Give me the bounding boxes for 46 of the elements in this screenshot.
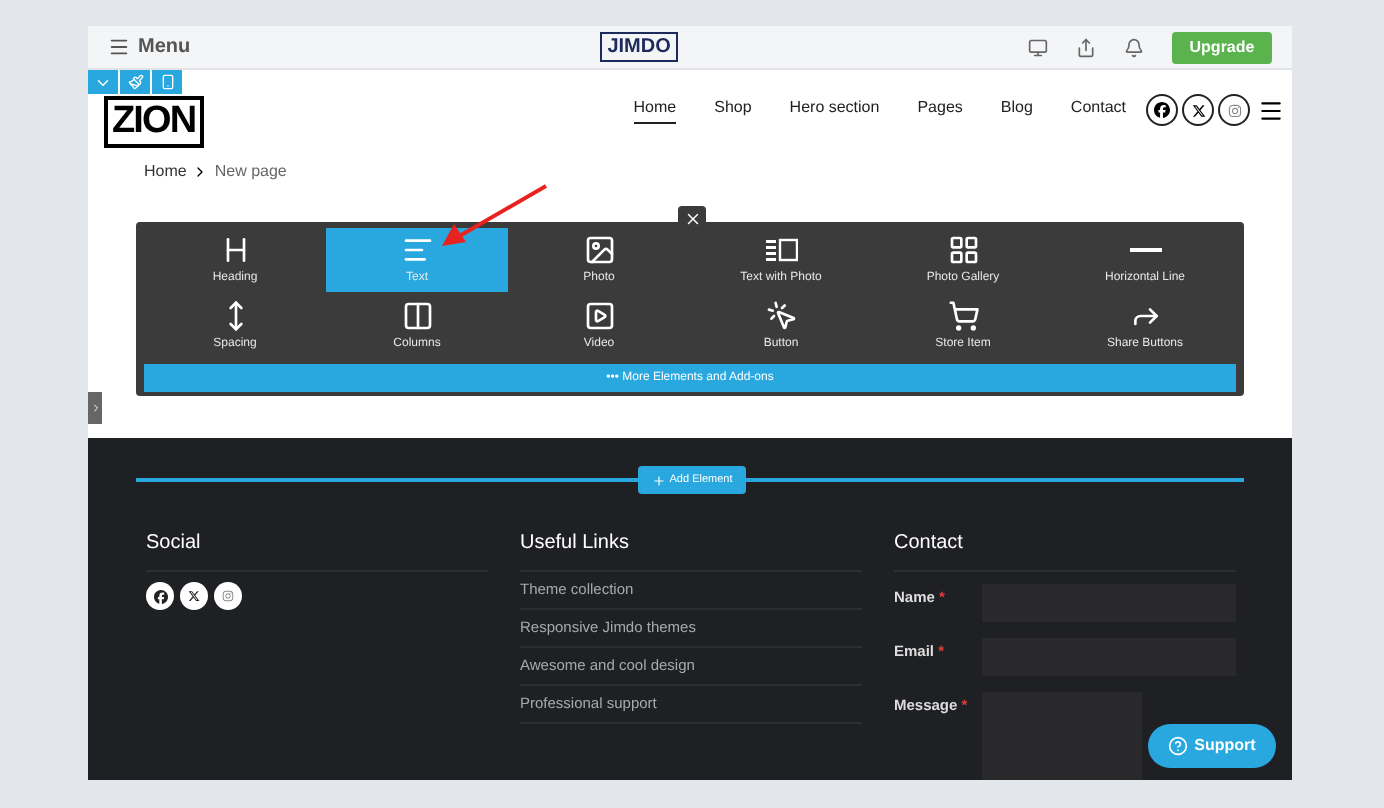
columns-icon: [401, 299, 433, 331]
jimdo-logo: JIMDO: [599, 32, 679, 62]
x-logo-icon[interactable]: [1182, 94, 1214, 126]
close-icon: [683, 209, 701, 227]
breadcrumb-link[interactable]: Home: [144, 160, 187, 184]
nav-link[interactable]: Blog: [1000, 96, 1033, 124]
side-panel-tab[interactable]: [88, 392, 102, 424]
column-title: Useful Links: [520, 528, 862, 572]
grid-icon: [947, 233, 979, 265]
bell-icon[interactable]: [1124, 37, 1144, 57]
menu-icon[interactable]: [1258, 97, 1284, 123]
instagram-icon[interactable]: [214, 582, 242, 610]
breadcrumb-current: New page: [214, 160, 287, 184]
cart-icon: [947, 299, 979, 331]
nav-link[interactable]: Contact: [1070, 96, 1126, 124]
text-lines-icon: [401, 233, 433, 265]
nav-link[interactable]: Pages: [917, 96, 963, 124]
column-title: Social: [146, 528, 488, 572]
nav-link[interactable]: Hero section: [789, 96, 880, 124]
menu-icon: [108, 36, 130, 58]
image-icon: [583, 233, 615, 265]
nav-link[interactable]: Shop: [714, 96, 752, 124]
text-with-image-icon: [765, 233, 797, 265]
mobile-button[interactable]: [152, 70, 182, 94]
message-field[interactable]: [982, 692, 1142, 780]
paintbrush-icon: [127, 74, 143, 90]
x-logo-icon[interactable]: [180, 582, 208, 610]
column-title: Contact: [894, 528, 1236, 572]
play-icon: [583, 299, 615, 331]
monitor-icon[interactable]: [1028, 37, 1048, 57]
style-button[interactable]: [120, 70, 150, 94]
chevron-right-icon: [89, 402, 101, 414]
share-icon[interactable]: [1076, 37, 1096, 57]
facebook-icon[interactable]: [146, 582, 174, 610]
menu-button[interactable]: Menu: [108, 32, 191, 62]
pointer-icon: [765, 299, 797, 331]
help-icon: [1168, 736, 1189, 756]
close-button[interactable]: [678, 206, 706, 230]
facebook-icon[interactable]: [1146, 94, 1178, 126]
line-icon: [1129, 247, 1161, 251]
instagram-icon[interactable]: [1218, 94, 1250, 126]
nav-link[interactable]: Home: [633, 96, 677, 124]
plus-icon: [651, 473, 666, 487]
site-logo[interactable]: ZION: [104, 96, 204, 148]
annotation-arrow: [436, 182, 552, 250]
phone-icon: [159, 74, 175, 90]
